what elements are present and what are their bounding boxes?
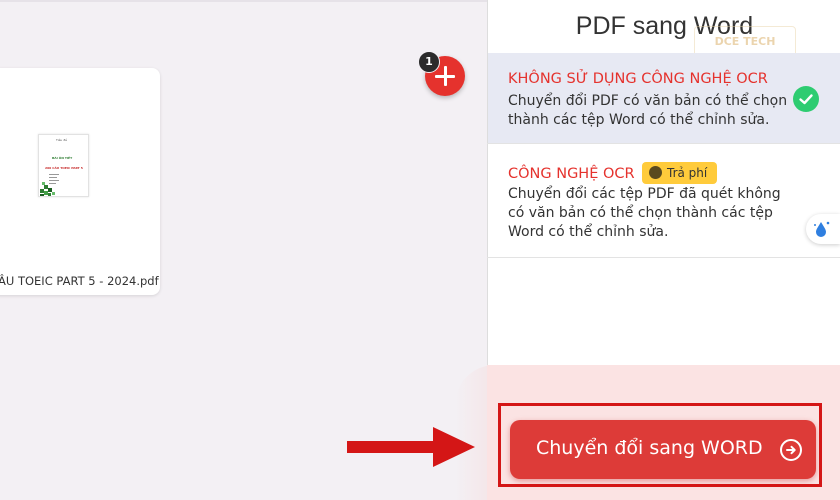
option-ocr-description: Chuyển đổi các tệp PDF đã quét không có … [508, 185, 781, 242]
option-ocr[interactable]: CÔNG NGHỆ OCR Trả phí Chuyển đổi các tệp… [488, 144, 840, 257]
highlight-box [498, 403, 822, 487]
callout-arrow-icon [347, 427, 475, 467]
option-ocr-title: CÔNG NGHỆ OCR [508, 166, 635, 182]
file-count-badge: 1 [418, 51, 440, 73]
thumbnail-graphic [40, 174, 59, 196]
check-circle-icon [793, 86, 819, 112]
option-no-ocr-description: Chuyển đổi PDF có văn bản có thể chọn th… [508, 92, 787, 130]
crown-icon [649, 166, 662, 179]
option-no-ocr-desc-line: thành các tệp Word có thể chỉnh sửa. [508, 112, 770, 128]
option-divider [487, 257, 840, 258]
file-card[interactable]: Tiêu đề BÀI ÔN TIẾT 200 CÂU TOEIC PART 5… [0, 68, 160, 295]
option-no-ocr[interactable]: KHÔNG SỬ DỤNG CÔNG NGHỆ OCR Chuyển đổi P… [488, 53, 840, 143]
option-ocr-desc-line: có văn bản có thể chọn thành các tệp [508, 205, 773, 221]
paid-badge: Trả phí [642, 162, 718, 184]
option-no-ocr-desc-line: Chuyển đổi PDF có văn bản có thể chọn [508, 93, 788, 109]
option-ocr-desc-line: Chuyển đổi các tệp PDF đã quét không [508, 186, 781, 202]
pdf-thumbnail: Tiêu đề BÀI ÔN TIẾT 200 CÂU TOEIC PART 5 [38, 134, 89, 197]
paid-badge-label: Trả phí [667, 166, 708, 180]
water-drop-icon [814, 221, 830, 237]
top-divider [0, 0, 487, 2]
option-ocr-desc-line: Word có thể chỉnh sửa. [508, 224, 669, 240]
side-float-button[interactable] [806, 214, 840, 244]
file-name: CÂU TOEIC PART 5 - 2024.pdf [0, 274, 159, 288]
option-no-ocr-title: KHÔNG SỬ DỤNG CÔNG NGHỆ OCR [508, 71, 768, 87]
